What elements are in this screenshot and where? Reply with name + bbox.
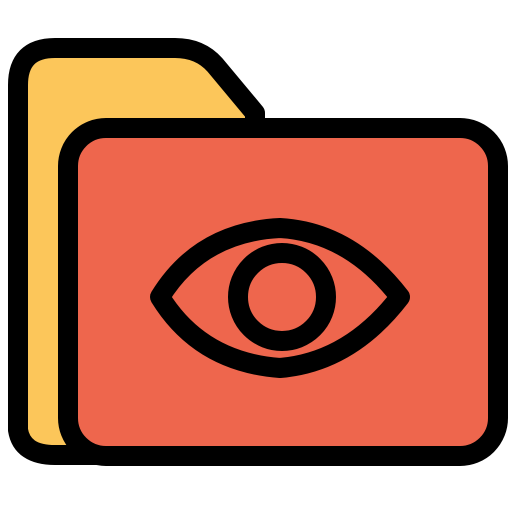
- folder-eye-icon: [8, 38, 508, 466]
- icon-canvas: [0, 0, 512, 512]
- eye-iris-icon: [228, 243, 336, 351]
